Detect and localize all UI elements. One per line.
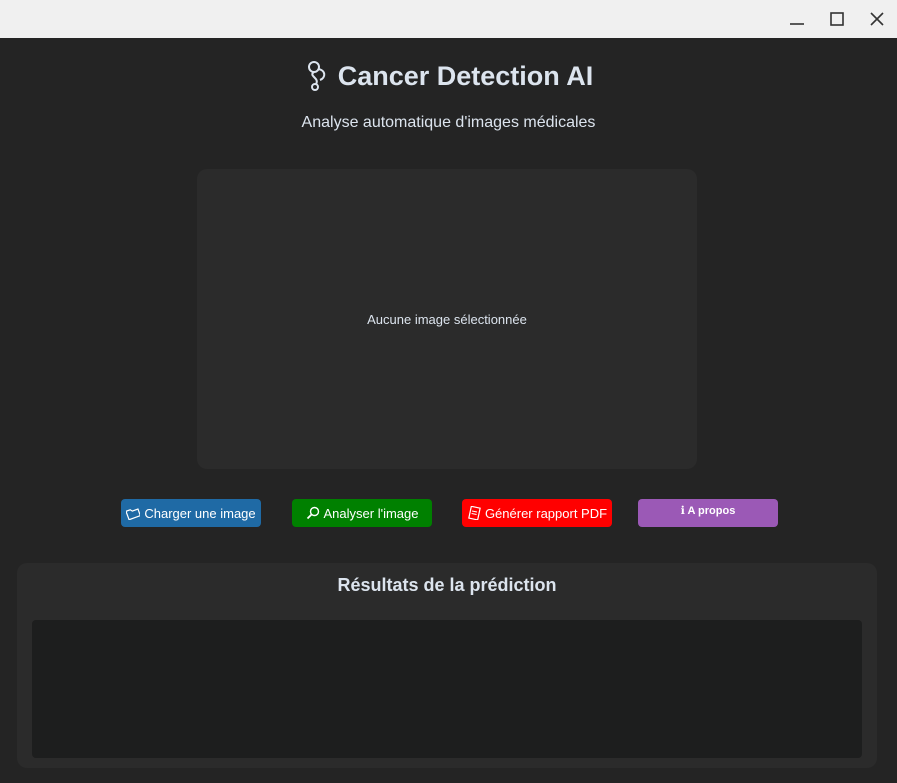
app-title: Cancer Detection AI xyxy=(0,56,897,96)
results-textbox[interactable] xyxy=(32,620,862,758)
window-titlebar xyxy=(0,0,897,38)
generate-pdf-label: Générer rapport PDF xyxy=(484,505,608,521)
app-title-text: Cancer Detection AI xyxy=(337,60,594,91)
stethoscope-icon xyxy=(304,60,330,92)
analyze-image-label: Analyser l'image xyxy=(323,505,419,521)
maximize-icon[interactable] xyxy=(817,0,857,38)
image-preview: Aucune image sélectionnée xyxy=(197,169,697,469)
load-image-label: Charger une image xyxy=(144,505,256,521)
results-title: Résultats de la prédiction xyxy=(337,575,557,595)
minimize-icon[interactable] xyxy=(777,0,817,38)
about-button[interactable]: ℹ A propos xyxy=(638,499,778,527)
preview-placeholder: Aucune image sélectionnée xyxy=(367,311,527,327)
app-subtitle: Analyse automatique d'images médicales xyxy=(301,114,596,131)
load-image-button[interactable]: Charger une image xyxy=(121,499,261,527)
close-icon[interactable] xyxy=(857,0,897,38)
about-label: ℹ A propos xyxy=(680,505,736,517)
results-panel: Résultats de la prédiction xyxy=(17,563,877,768)
document-icon xyxy=(467,506,481,520)
generate-pdf-button[interactable]: Générer rapport PDF xyxy=(462,499,612,527)
app-window: Cancer Detection AI Analyse automatique … xyxy=(0,38,897,783)
search-icon xyxy=(306,506,320,520)
analyze-image-button[interactable]: Analyser l'image xyxy=(292,499,432,527)
folder-icon xyxy=(126,506,141,520)
